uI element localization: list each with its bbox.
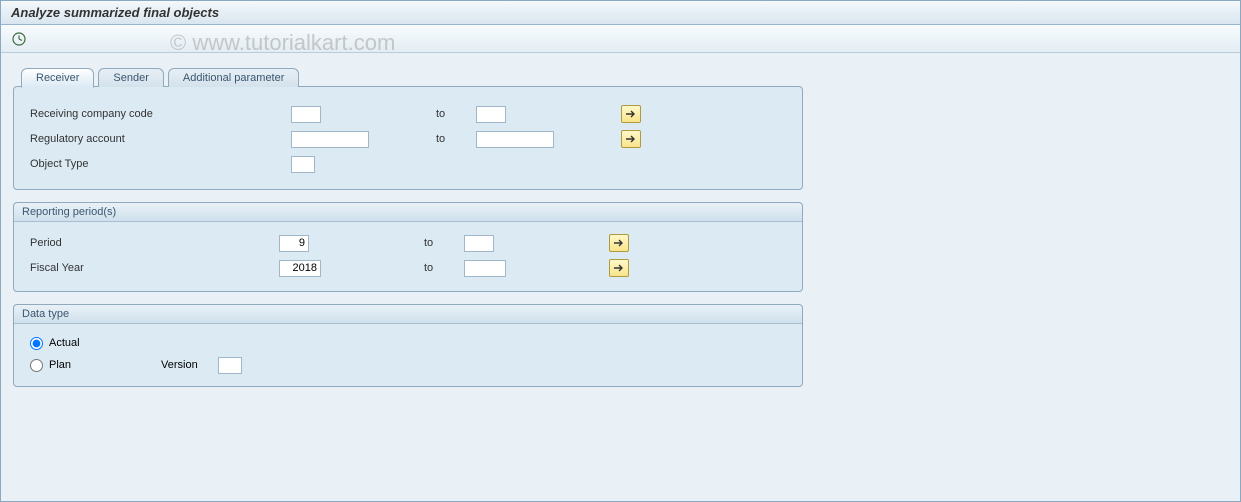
to-label: to — [424, 237, 464, 249]
reporting-periods-group: Reporting period(s) Period to — [13, 202, 803, 292]
to-label: to — [436, 108, 476, 120]
receiving-company-code-from[interactable] — [291, 106, 321, 123]
to-label: to — [424, 262, 464, 274]
plan-radio[interactable] — [30, 359, 43, 372]
plan-label: Plan — [49, 359, 71, 371]
receiving-company-code-to[interactable] — [476, 106, 506, 123]
object-type-label: Object Type — [26, 158, 291, 170]
to-label: to — [436, 133, 476, 145]
arrow-right-icon — [613, 238, 625, 248]
data-type-title: Data type — [14, 305, 802, 324]
period-from[interactable] — [279, 235, 309, 252]
page-title: Analyze summarized final objects — [1, 1, 1240, 25]
actual-label: Actual — [49, 337, 80, 349]
arrow-right-icon — [625, 134, 637, 144]
tab-additional-parameter[interactable]: Additional parameter — [168, 68, 300, 87]
multiple-selection-fiscal-year[interactable] — [609, 259, 629, 277]
regulatory-account-from[interactable] — [291, 131, 369, 148]
period-label: Period — [26, 237, 279, 249]
version-label: Version — [161, 359, 198, 371]
version-input[interactable] — [218, 357, 242, 374]
multiple-selection-regulatory[interactable] — [621, 130, 641, 148]
fiscal-year-from[interactable] — [279, 260, 321, 277]
fiscal-year-label: Fiscal Year — [26, 262, 279, 274]
arrow-right-icon — [613, 263, 625, 273]
reporting-periods-title: Reporting period(s) — [14, 203, 802, 222]
regulatory-account-to[interactable] — [476, 131, 554, 148]
tab-sender[interactable]: Sender — [98, 68, 163, 87]
multiple-selection-company-code[interactable] — [621, 105, 641, 123]
receiving-company-code-label: Receiving company code — [26, 108, 291, 120]
receiver-panel: Receiving company code to Regulatory acc… — [13, 86, 803, 190]
period-to[interactable] — [464, 235, 494, 252]
multiple-selection-period[interactable] — [609, 234, 629, 252]
execute-icon[interactable] — [11, 31, 27, 47]
arrow-right-icon — [625, 109, 637, 119]
tabstrip: Receiver Sender Additional parameter — [21, 68, 1228, 87]
fiscal-year-to[interactable] — [464, 260, 506, 277]
data-type-group: Data type Actual Plan Version — [13, 304, 803, 387]
object-type-input[interactable] — [291, 156, 315, 173]
regulatory-account-label: Regulatory account — [26, 133, 291, 145]
tab-receiver[interactable]: Receiver — [21, 68, 94, 88]
content-area: Receiver Sender Additional parameter Rec… — [1, 53, 1240, 402]
application-toolbar — [1, 25, 1240, 53]
window-frame: Analyze summarized final objects © www.t… — [0, 0, 1241, 502]
actual-radio[interactable] — [30, 337, 43, 350]
